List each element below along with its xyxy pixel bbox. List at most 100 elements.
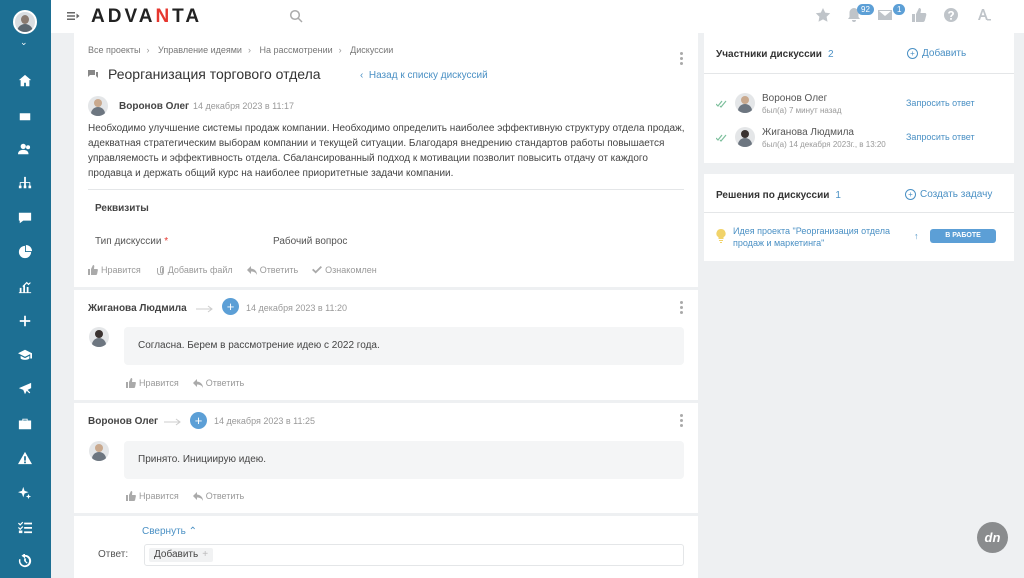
divider	[704, 73, 1014, 74]
search-icon[interactable]	[289, 9, 303, 23]
chevron-up-icon: ⌃	[188, 526, 198, 537]
field-value-discussion-type[interactable]: Рабочий вопрос	[273, 236, 347, 247]
like-button[interactable]: Нравится	[126, 378, 179, 388]
comment-avatar[interactable]	[89, 327, 109, 347]
advanta-logo[interactable]: ADVANTA	[91, 6, 202, 28]
collapse-link[interactable]: Свернуть ⌃	[142, 526, 197, 537]
author-avatar[interactable]	[88, 96, 108, 116]
post-date: 14 декабря 2023 в 11:17	[193, 101, 294, 111]
add-participant-button[interactable]: +	[190, 412, 207, 429]
status-badge[interactable]: В РАБОТЕ	[930, 229, 996, 243]
participant-status: был(а) 7 минут назад	[762, 106, 842, 115]
star-icon[interactable]	[815, 7, 833, 25]
left-sidebar: ⌄	[0, 0, 51, 578]
double-check-icon	[716, 100, 727, 108]
reply-icon	[246, 266, 257, 275]
thumbs-up-icon	[126, 491, 136, 501]
post-body: Необходимо улучшение системы продаж комп…	[88, 123, 685, 179]
paperclip-icon	[156, 266, 164, 275]
breadcrumb-discussions[interactable]: Дискуссии	[350, 45, 393, 55]
menu-toggle-icon[interactable]	[66, 9, 80, 23]
reply-button[interactable]: Ответить	[192, 491, 244, 501]
like-button[interactable]: Нравится	[126, 491, 179, 501]
participant-avatar[interactable]	[735, 93, 755, 113]
history-icon[interactable]	[16, 552, 34, 570]
participant-name[interactable]: Воронов Олег	[762, 93, 827, 104]
post-author[interactable]: Воронов Олег	[119, 101, 189, 112]
chevron-down-icon[interactable]: ⌄	[20, 37, 28, 48]
back-to-discussions-link[interactable]: ‹ Назад к списку дискуссий	[360, 70, 488, 81]
messages-count-badge: 1	[893, 4, 906, 15]
discussion-main: Все проекты › Управление идеями › На рассм…	[74, 33, 698, 578]
double-check-icon	[716, 134, 727, 142]
back-link-label: Назад к списку дискуссий	[368, 70, 488, 81]
chevron-left-icon: ‹	[360, 70, 369, 81]
pie-chart-icon[interactable]	[16, 243, 34, 261]
calendar-icon[interactable]	[16, 106, 34, 124]
attach-file-button[interactable]: Добавить файл	[155, 265, 233, 275]
page-title: Реорганизация торгового отдела	[108, 66, 321, 82]
request-answer-link[interactable]: Запросить ответ	[906, 98, 975, 108]
participant-name[interactable]: Жиганова Людмила	[762, 127, 854, 138]
analytics-icon[interactable]	[16, 278, 34, 296]
comment-actions: Нравится Ответить	[126, 491, 244, 501]
sparkle-icon[interactable]	[16, 484, 34, 502]
section-title: Реквизиты	[95, 203, 149, 214]
comment-date: 14 декабря 2023 в 11:25	[214, 416, 315, 426]
add-participant-link[interactable]: + Добавить	[907, 48, 966, 59]
airplane-icon[interactable]	[16, 380, 34, 398]
more-options-icon[interactable]	[678, 52, 684, 66]
add-participant-button[interactable]: +	[222, 298, 239, 315]
breadcrumb-all-projects[interactable]: Все проекты	[88, 45, 141, 55]
translate-icon[interactable]	[976, 7, 994, 25]
more-options-icon[interactable]	[678, 414, 684, 428]
lightbulb-icon	[716, 229, 726, 243]
decision-task-link[interactable]: Идея проекта "Реорганизация отдела прода…	[733, 225, 908, 249]
graduation-cap-icon[interactable]	[16, 346, 34, 364]
reply-button[interactable]: Ответить	[192, 378, 244, 388]
dp-logo-icon: dn	[977, 522, 1008, 553]
reply-label: Ответ:	[98, 549, 129, 560]
breadcrumb-under-review[interactable]: На рассмотрении	[259, 45, 332, 55]
check-icon	[312, 266, 323, 274]
checklist-icon[interactable]	[16, 518, 34, 536]
like-button[interactable]: Нравится	[88, 265, 141, 275]
create-task-link[interactable]: + Создать задачу	[905, 189, 992, 200]
acknowledged-button[interactable]: Ознакомлен	[312, 265, 377, 275]
comment-author[interactable]: Жиганова Людмила	[88, 303, 187, 314]
chat-icon[interactable]	[16, 209, 34, 227]
help-icon[interactable]	[943, 7, 961, 25]
comment-author[interactable]: Воронов Олег	[88, 416, 158, 427]
participant-avatar[interactable]	[735, 127, 755, 147]
comment-text: Согласна. Берем в рассмотрение идею с 20…	[124, 327, 684, 365]
org-structure-icon[interactable]	[16, 174, 34, 192]
arrow-up-icon: ↑	[914, 231, 919, 241]
top-bar: ADVANTA 92 1	[51, 0, 1024, 33]
plus-icon[interactable]	[16, 312, 34, 330]
thumbs-up-icon[interactable]	[911, 7, 929, 25]
add-reply-button[interactable]: Добавить +	[149, 548, 214, 562]
home-icon[interactable]	[16, 72, 34, 90]
comment-avatar[interactable]	[89, 441, 109, 461]
request-answer-link[interactable]: Запросить ответ	[906, 132, 975, 142]
users-icon[interactable]	[16, 140, 34, 158]
section-separator	[74, 513, 698, 516]
warning-icon[interactable]	[16, 449, 34, 467]
plus-icon: +	[202, 549, 209, 560]
comment-actions: Нравится Ответить	[126, 378, 244, 388]
decisions-title: Решения по дискуссии 1	[716, 190, 841, 201]
reply-icon	[192, 379, 203, 388]
reply-button[interactable]: Ответить	[246, 265, 298, 275]
briefcase-icon[interactable]	[16, 415, 34, 433]
discussion-icon	[88, 70, 98, 78]
plus-circle-icon: +	[905, 189, 916, 200]
chevron-right-icon: ›	[146, 45, 150, 55]
post-actions: Нравится Добавить файл Ответить Ознакомл…	[88, 265, 377, 275]
more-options-icon[interactable]	[678, 301, 684, 315]
section-separator	[74, 287, 698, 290]
thumbs-up-icon	[88, 265, 98, 275]
reply-input[interactable]: Добавить +	[144, 544, 684, 566]
breadcrumb-idea-management[interactable]: Управление идеями	[158, 45, 242, 55]
user-avatar[interactable]	[13, 10, 37, 34]
decisions-panel: Решения по дискуссии 1 + Создать задачу Ид…	[704, 174, 1014, 261]
